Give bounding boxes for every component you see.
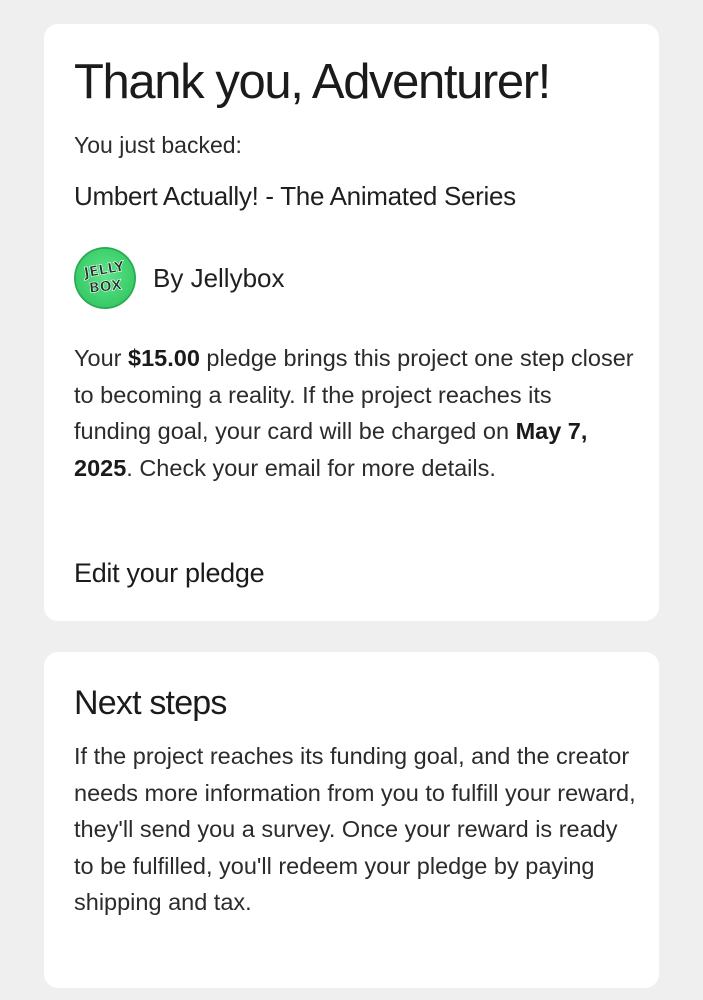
edit-pledge-link[interactable]: Edit your pledge bbox=[74, 554, 265, 592]
next-steps-card: Next steps If the project reaches its fu… bbox=[44, 652, 659, 988]
pledge-description: Your $15.00 pledge brings this project o… bbox=[74, 340, 634, 486]
creator-name[interactable]: By Jellybox bbox=[153, 260, 285, 296]
pledge-text-3: . Check your email for more details. bbox=[126, 454, 496, 481]
thank-you-card: Thank you, Adventurer! You just backed: … bbox=[44, 24, 659, 621]
project-name[interactable]: Umbert Actually! - The Animated Series bbox=[74, 178, 516, 214]
next-steps-body: If the project reaches its funding goal,… bbox=[74, 743, 636, 915]
creator-row: JELLY BOX By Jellybox bbox=[74, 246, 285, 310]
svg-text:BOX: BOX bbox=[88, 277, 123, 296]
backed-label: You just backed: bbox=[74, 132, 242, 158]
next-steps-title: Next steps bbox=[74, 684, 227, 722]
jellybox-logo: JELLY BOX bbox=[74, 247, 136, 309]
creator-avatar: JELLY BOX bbox=[74, 247, 136, 309]
pledge-amount: $15.00 bbox=[128, 345, 200, 371]
page-title: Thank you, Adventurer! bbox=[74, 55, 551, 109]
pledge-text-1: Your bbox=[74, 345, 129, 371]
